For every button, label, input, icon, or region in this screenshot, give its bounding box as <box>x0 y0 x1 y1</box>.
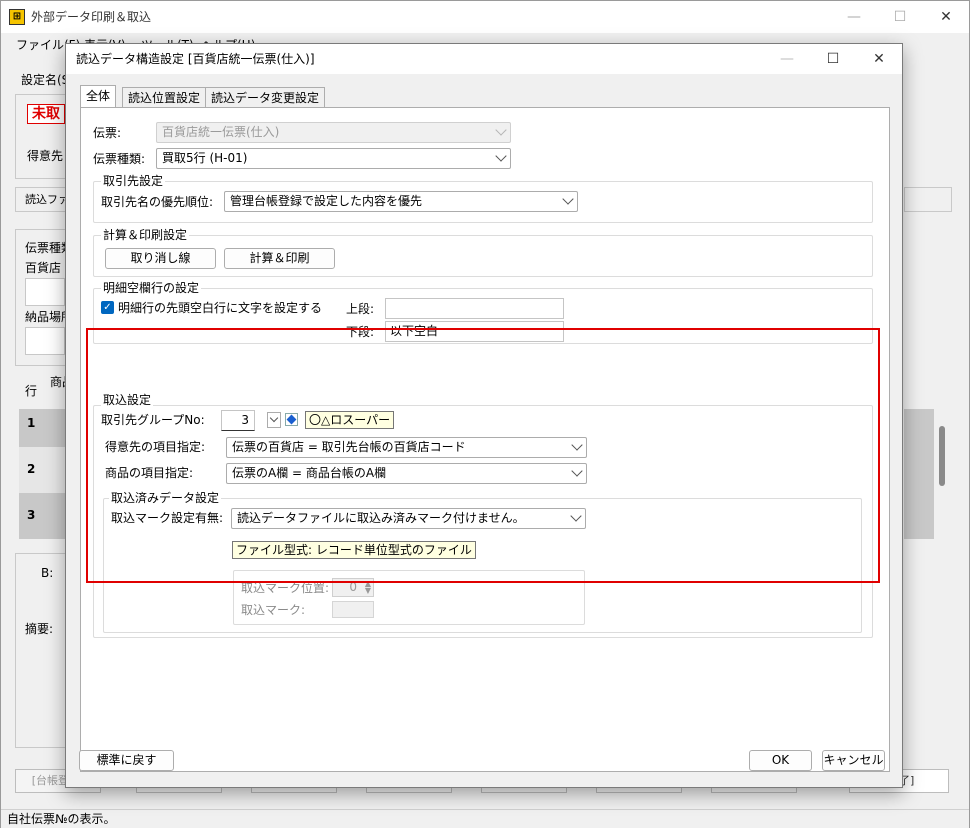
denpyo-shurui-value: 買取5行 (H-01) <box>162 151 248 165</box>
keisan-group-title: 計算＆印刷設定 <box>101 227 190 243</box>
dialog-maximize-button[interactable]: ☐ <box>810 43 856 75</box>
reset-default-button[interactable]: 標準に戻す <box>79 750 174 771</box>
tab-zentai-label: 全体 <box>86 89 111 103</box>
keisan-insatsu-button[interactable]: 計算＆印刷 <box>224 248 335 269</box>
main-close-button[interactable]: ✕ <box>923 1 969 33</box>
dialog-titlebar: 読込データ構造設定 [百貨店統一伝票(仕入)] — ☐ ✕ <box>66 44 902 74</box>
meisai-checkbox-label[interactable]: 明細行の先頭空白行に文字を設定する <box>118 300 322 316</box>
torikeshi-sen-button[interactable]: 取り消し線 <box>105 248 216 269</box>
jodan-label: 上段: <box>346 302 375 316</box>
bg-gyo-label: 行 <box>25 384 38 398</box>
bg-tekiyo-label: 摘要: <box>25 622 54 636</box>
settings-dialog: 読込データ構造設定 [百貨店統一伝票(仕入)] — ☐ ✕ 全体 読込位置設定 … <box>65 43 903 788</box>
bg-settei-label: 設定名(S <box>21 73 70 87</box>
ok-button[interactable]: OK <box>749 750 812 771</box>
tab-yomikomi-ichi[interactable]: 読込位置設定 <box>122 87 207 109</box>
bg-right-grid <box>904 409 934 539</box>
main-minimize-button[interactable]: — <box>831 1 877 33</box>
denpyo-select: 百貨店統一伝票(仕入) <box>156 122 511 143</box>
bg-mitori-badge: 未取 <box>27 104 65 124</box>
bg-row-num-2: 2 <box>27 462 36 476</box>
torihikisaki-priority-value: 管理台帳登録で設定した内容を優先 <box>230 194 423 208</box>
bg-hyakkaten-field[interactable] <box>25 278 65 306</box>
torihikisaki-group-title: 取引先設定 <box>101 173 166 189</box>
dialog-minimize-button[interactable]: — <box>764 43 810 75</box>
status-bar: 自社伝票№の表示。 <box>1 809 969 828</box>
main-titlebar: ⊞ 外部データ印刷＆取込 — ☐ ✕ <box>1 1 969 33</box>
torihikisaki-priority-label: 取引先名の優先順位: <box>101 195 214 209</box>
bg-tokuisaki-label: 得意先 <box>27 149 64 163</box>
chevron-down-icon <box>495 150 507 162</box>
denpyo-shurui-select[interactable]: 買取5行 (H-01) <box>156 148 511 169</box>
dialog-title: 読込データ構造設定 [百貨店統一伝票(仕入)] <box>76 52 315 66</box>
tab-yomikomi-ichi-label: 読込位置設定 <box>128 91 201 105</box>
bg-right-panel <box>904 187 952 212</box>
denpyo-value: 百貨店統一伝票(仕入) <box>162 125 280 139</box>
mark-char-label: 取込マーク: <box>241 603 306 617</box>
dialog-close-button[interactable]: ✕ <box>856 43 902 75</box>
bg-hyakkaten-label: 百貨店 <box>25 261 62 275</box>
torihikisaki-priority-select[interactable]: 管理台帳登録で設定した内容を優先 <box>224 191 578 212</box>
mark-char-input <box>332 601 374 618</box>
main-title: 外部データ印刷＆取込 <box>31 10 152 24</box>
torikomi-highlight-frame <box>86 328 880 583</box>
cancel-button[interactable]: キャンセル <box>822 750 885 771</box>
bg-row-num-3: 3 <box>27 508 36 522</box>
status-text: 自社伝票№の表示。 <box>7 812 116 826</box>
chevron-down-icon <box>495 124 507 136</box>
bg-lower-panel <box>15 553 67 748</box>
app-icon: ⊞ <box>9 9 25 25</box>
meisai-checkbox[interactable]: ✓ <box>101 301 114 314</box>
bg-scrollbar[interactable] <box>939 426 945 486</box>
tab-zentai[interactable]: 全体 <box>80 85 117 109</box>
tab-yomikomi-henko[interactable]: 読込データ変更設定 <box>205 87 326 109</box>
chevron-down-icon <box>562 193 574 205</box>
main-maximize-button[interactable]: ☐ <box>877 1 923 33</box>
tab-yomikomi-henko-label: 読込データ変更設定 <box>211 91 320 105</box>
denpyo-label: 伝票: <box>93 126 122 140</box>
bg-yomikomi-label: 読込ファ <box>25 193 69 206</box>
jodan-input[interactable] <box>385 298 564 319</box>
bg-nohin-field[interactable] <box>25 327 65 355</box>
bg-row-num-1: 1 <box>27 416 36 430</box>
meisai-group-title: 明細空欄行の設定 <box>101 280 202 296</box>
bg-b-label: B: <box>41 566 54 580</box>
denpyo-shurui-label: 伝票種類: <box>93 152 146 166</box>
